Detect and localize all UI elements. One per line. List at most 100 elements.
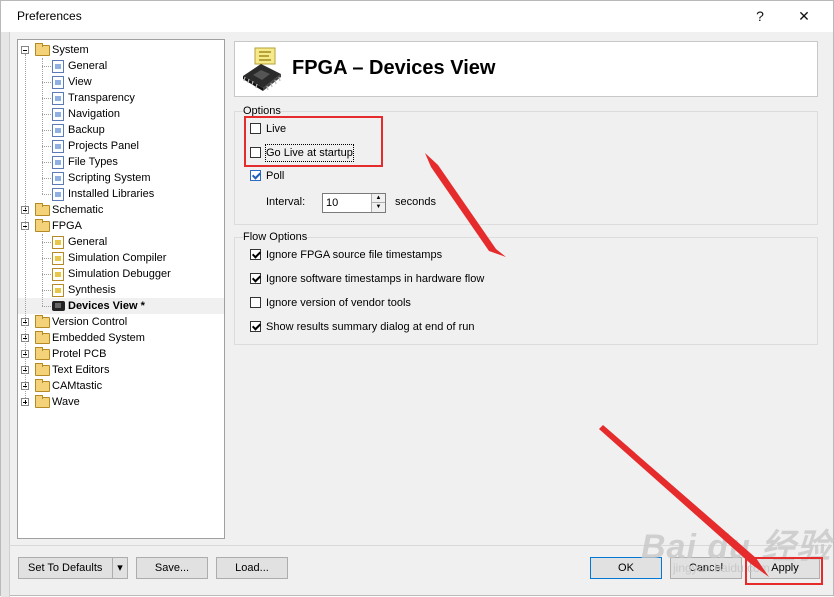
tree-item[interactable]: Simulation Compiler [18, 250, 224, 266]
tree-connector [42, 58, 43, 194]
tree-item-label: Devices View * [68, 300, 145, 312]
tree-item[interactable]: Schematic [18, 202, 224, 218]
tree-item[interactable]: Embedded System [18, 330, 224, 346]
tree-item[interactable]: Navigation [18, 106, 224, 122]
spin-up-icon[interactable]: ▲ [371, 194, 385, 203]
page-icon [52, 156, 64, 169]
page-icon [52, 172, 64, 185]
tree-item[interactable]: CAMtastic [18, 378, 224, 394]
interval-spinner[interactable]: 10 ▲ ▼ [322, 193, 386, 213]
tree-connector [42, 194, 51, 195]
tree-item-label: Projects Panel [68, 140, 139, 152]
page-icon [52, 76, 64, 89]
expand-icon[interactable] [21, 398, 29, 406]
tree-item-label: Simulation Compiler [68, 252, 167, 264]
baidu-watermark-url: jingyan.baidu.com [673, 561, 770, 575]
page-header: FPGA – Devices View [234, 41, 818, 97]
poll-checkbox-box[interactable] [250, 170, 261, 181]
title-bar: Preferences ? ✕ [1, 1, 833, 32]
tree-item[interactable]: General [18, 234, 224, 250]
tree-item[interactable]: File Types [18, 154, 224, 170]
save-button[interactable]: Save... [136, 557, 208, 579]
interval-value[interactable]: 10 [326, 197, 338, 209]
tree-item[interactable]: System [18, 42, 224, 58]
tree-item-label: FPGA [52, 220, 82, 232]
tree-connector [42, 178, 51, 179]
tree-connector [42, 258, 51, 259]
folder-icon [35, 43, 50, 56]
tree-item-label: Wave [52, 396, 80, 408]
window-title: Preferences [17, 9, 82, 23]
go-live-label: Go Live at startup [265, 144, 354, 162]
flow-option-label: Ignore version of vendor tools [266, 297, 411, 309]
tree-item[interactable]: Synthesis [18, 282, 224, 298]
flow-option-label: Ignore FPGA source file timestamps [266, 249, 443, 261]
page-icon [52, 252, 64, 265]
page-title: FPGA – Devices View [292, 57, 496, 79]
left-border-strip [1, 32, 10, 597]
preferences-tree[interactable]: System General View Transparency Navigation B… [17, 39, 225, 539]
tree-item[interactable]: FPGA [18, 218, 224, 234]
tree-item-label: Scripting System [68, 172, 151, 184]
tree-item-label: Backup [68, 124, 105, 136]
tree-connector [42, 306, 51, 307]
tree-item-label: Installed Libraries [68, 188, 155, 200]
flow-option-checkbox-box[interactable] [250, 297, 261, 308]
tree-item[interactable]: Backup [18, 122, 224, 138]
page-icon [52, 268, 64, 281]
tree-item[interactable]: Simulation Debugger [18, 266, 224, 282]
tree-item[interactable]: Scripting System [18, 170, 224, 186]
tree-item-label: CAMtastic [52, 380, 103, 392]
folder-icon [35, 363, 50, 376]
tree-item-label: System [52, 44, 89, 56]
page-icon [52, 92, 64, 105]
fpga-chip-icon [243, 47, 281, 91]
folder-icon [35, 379, 50, 392]
tree-connector [42, 234, 43, 306]
tree-item[interactable]: Text Editors [18, 362, 224, 378]
help-icon[interactable]: ? [738, 3, 782, 29]
flow-option-checkbox-box[interactable] [250, 273, 261, 284]
tree-item-label: Protel PCB [52, 348, 107, 360]
collapse-icon[interactable] [21, 46, 29, 54]
tree-connector [42, 114, 51, 115]
tree-connector [25, 54, 26, 398]
flow-option-label: Ignore software timestamps in hardware f… [266, 273, 485, 285]
tree-item[interactable]: Wave [18, 394, 224, 410]
options-group-title: Options [243, 105, 281, 117]
tree-connector [42, 290, 51, 291]
flow-option-checkbox-box[interactable] [250, 249, 261, 260]
tree-item-label: General [68, 60, 108, 72]
tree-item-label: Simulation Debugger [68, 268, 171, 280]
tree-item[interactable]: Installed Libraries [18, 186, 224, 202]
close-icon[interactable]: ✕ [782, 3, 826, 29]
page-icon [52, 60, 64, 73]
tree-item[interactable]: Transparency [18, 90, 224, 106]
tree-item[interactable]: Devices View * [18, 298, 224, 314]
go-live-checkbox-box[interactable] [250, 147, 261, 158]
chip-icon [52, 301, 65, 311]
page-icon [52, 188, 64, 201]
load-button[interactable]: Load... [216, 557, 288, 579]
tree-item[interactable]: View [18, 74, 224, 90]
tree-item-label: File Types [68, 156, 118, 168]
poll-label: Poll [266, 170, 285, 182]
tree-connector [42, 82, 51, 83]
set-to-defaults-button[interactable]: Set To Defaults ▾ [18, 557, 128, 579]
dropdown-arrow-icon[interactable]: ▾ [112, 558, 127, 578]
flow-options-group-title: Flow Options [243, 231, 308, 243]
tree-connector [42, 130, 51, 131]
tree-item[interactable]: Protel PCB [18, 346, 224, 362]
tree-item-label: Transparency [68, 92, 135, 104]
folder-icon [35, 203, 50, 216]
flow-option-checkbox-box[interactable] [250, 321, 261, 332]
live-label: Live [266, 123, 287, 135]
tree-item[interactable]: Version Control [18, 314, 224, 330]
spin-down-icon[interactable]: ▼ [371, 203, 385, 212]
tree-item-label: Synthesis [68, 284, 116, 296]
interval-label: Interval: [266, 196, 306, 208]
page-icon [52, 124, 64, 137]
tree-item[interactable]: Projects Panel [18, 138, 224, 154]
live-checkbox-box[interactable] [250, 123, 261, 134]
tree-item[interactable]: General [18, 58, 224, 74]
